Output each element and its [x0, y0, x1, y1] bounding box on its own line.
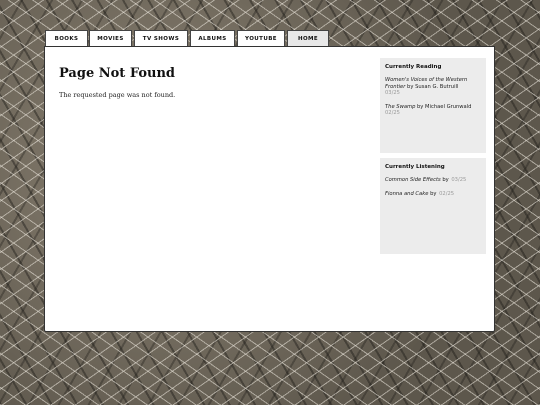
- listening-item: Fionna and Cake by 02/25: [385, 191, 481, 198]
- currently-reading-heading: Currently Reading: [385, 64, 442, 70]
- currently-listening-heading: Currently Listening: [385, 164, 445, 170]
- book-author: Susan G. Butruill: [415, 83, 459, 90]
- by-text: by: [430, 190, 437, 197]
- tab-tv-shows[interactable]: TV SHOWS: [134, 30, 188, 46]
- podcast-title[interactable]: Fionna and Cake: [385, 191, 428, 197]
- currently-listening-box: Currently Listening Common Side Effects …: [380, 158, 486, 254]
- podcast-title[interactable]: Common Side Effects: [385, 177, 441, 183]
- reading-item: The Swamp by Michael Grunwald 02/25: [385, 104, 481, 117]
- content-panel: Page Not Found The requested page was no…: [44, 46, 495, 332]
- listening-date: 02/25: [439, 190, 455, 197]
- not-found-message: The requested page was not found.: [59, 91, 176, 99]
- reading-item: Women's Voices of the Western Frontier b…: [385, 77, 481, 97]
- reading-date: 02/25: [385, 110, 400, 116]
- by-text: by: [417, 103, 424, 110]
- book-author: Michael Grunwald: [425, 103, 472, 110]
- tab-movies[interactable]: MOVIES: [89, 30, 132, 46]
- by-text: by: [407, 83, 414, 90]
- tab-albums[interactable]: ALBUMS: [190, 30, 235, 46]
- currently-reading-box: Currently Reading Women's Voices of the …: [380, 58, 486, 153]
- listening-item: Common Side Effects by 03/25: [385, 177, 481, 184]
- listening-date: 03/25: [451, 177, 467, 183]
- page-title: Page Not Found: [59, 66, 176, 81]
- by-text: by: [442, 177, 449, 183]
- tab-books[interactable]: BOOKS: [45, 30, 88, 47]
- book-title[interactable]: The Swamp: [385, 104, 415, 110]
- tab-youtube[interactable]: YOUTUBE: [237, 30, 285, 46]
- reading-date: 03/25: [385, 90, 400, 96]
- tab-home[interactable]: HOME: [287, 30, 329, 46]
